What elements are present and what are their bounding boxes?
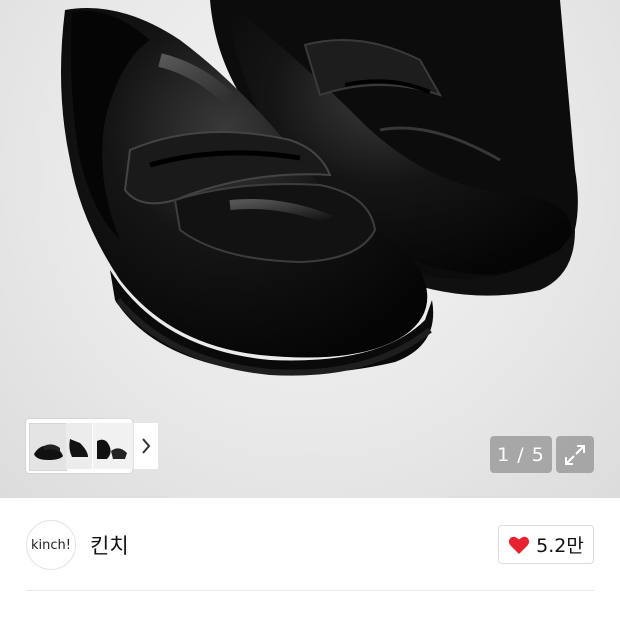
product-image-gallery[interactable]: 1 / 5: [0, 0, 620, 498]
like-button[interactable]: 5.2만: [498, 525, 594, 564]
expand-arrows-icon: [565, 444, 585, 465]
brand-logo[interactable]: kinch!: [26, 520, 76, 570]
thumbnail-3[interactable]: [93, 423, 133, 469]
brand-logo-text: kinch!: [31, 537, 71, 553]
expand-button[interactable]: [556, 436, 594, 473]
thumbnail-next-button[interactable]: [134, 423, 158, 469]
like-count: 5.2만: [536, 535, 584, 557]
brand-row: kinch! 킨치 5.2만: [0, 498, 620, 592]
brand-name[interactable]: 킨치: [90, 530, 129, 560]
divider: [26, 590, 594, 591]
thumbnail-2[interactable]: [66, 423, 92, 469]
image-counter: 1 / 5: [490, 436, 552, 473]
heart-icon: [509, 536, 530, 554]
thumbnail-1[interactable]: [29, 423, 67, 471]
chevron-right-icon: [142, 438, 151, 454]
thumbnail-strip: [26, 419, 158, 473]
